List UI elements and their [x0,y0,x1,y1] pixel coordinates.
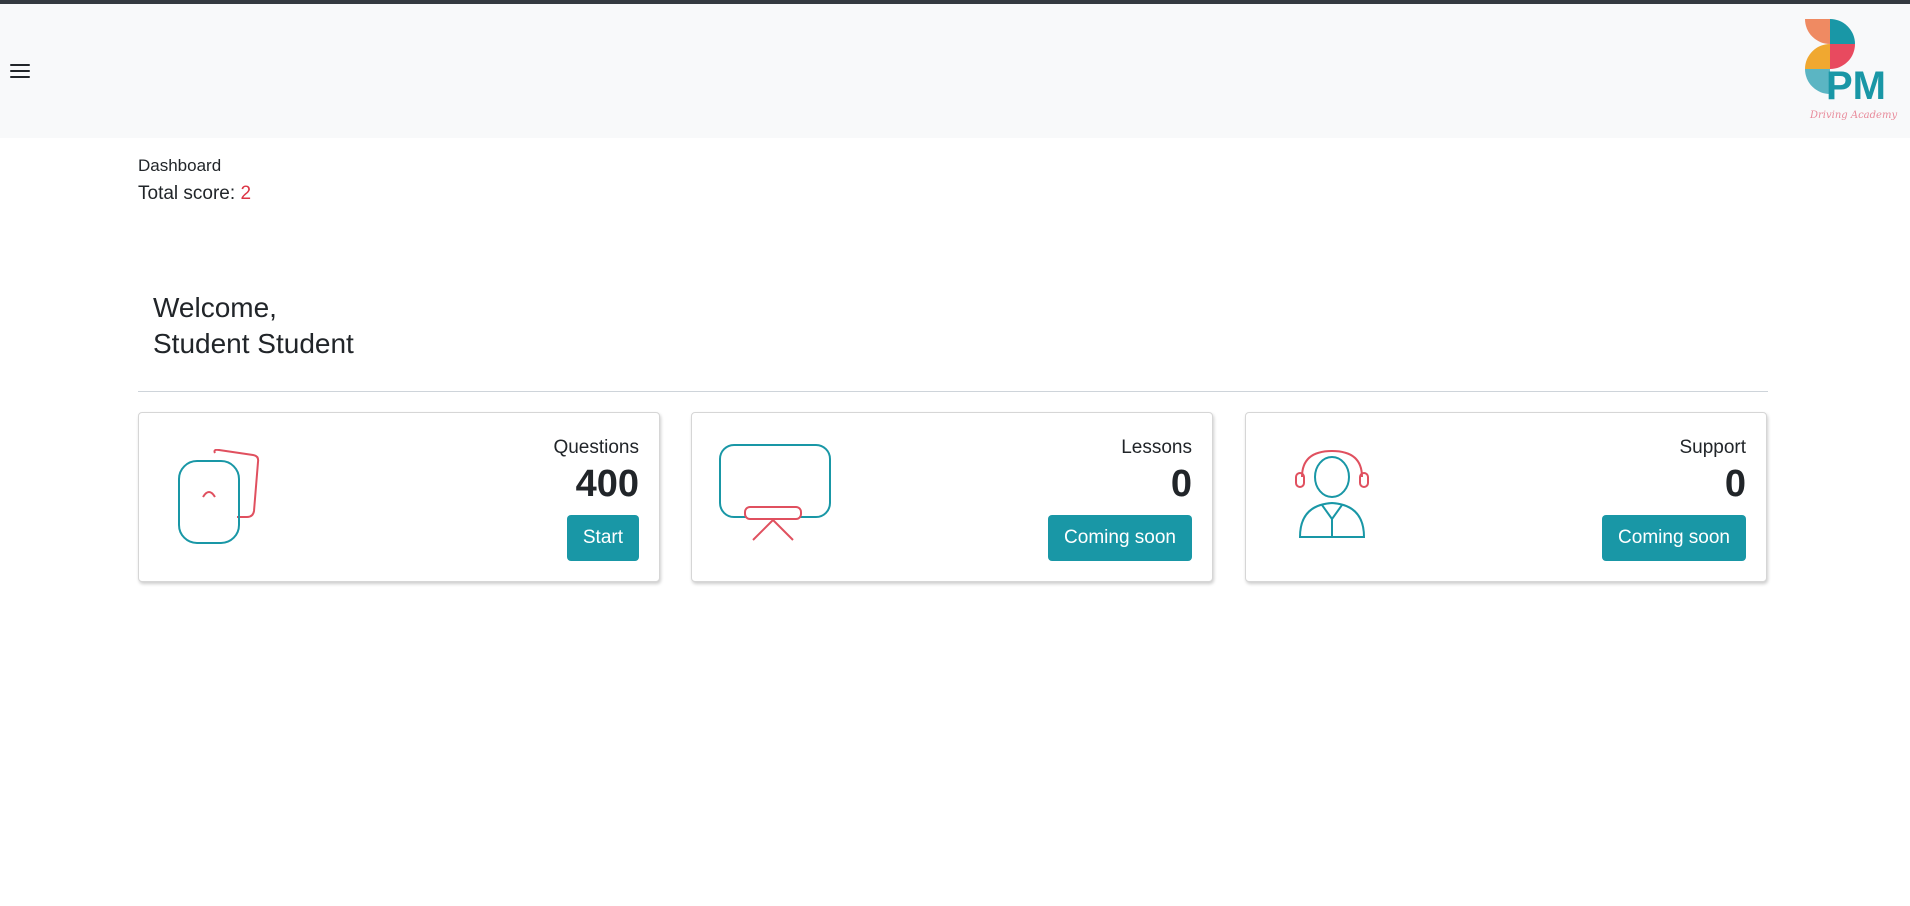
top-navbar: PM Driving Academy [0,4,1910,138]
lessons-coming-soon-button[interactable]: Coming soon [1048,515,1192,561]
pm-logo: PM Driving Academy [1805,19,1897,121]
total-score-label: Total score: [138,183,241,204]
hamburger-menu-icon[interactable] [10,64,32,82]
questions-card: Questions 400 Start [138,412,660,582]
start-button[interactable]: Start [566,515,639,561]
divider [138,391,1768,392]
card-count: 0 [1170,463,1192,505]
question-cards-icon [178,449,260,544]
svg-text:PM: PM [1826,64,1886,108]
student-name: Student Student [153,328,354,359]
support-card: Support 0 Coming soon [1245,412,1767,582]
svg-text:Driving Academy: Driving Academy [1809,110,1897,121]
breadcrumb: Dashboard [138,156,222,175]
headset-support-icon [1295,449,1369,538]
card-title: Support [1679,437,1746,458]
welcome-line: Welcome, [153,292,277,323]
whiteboard-icon [719,444,831,541]
total-score-value: 2 [240,183,252,204]
total-score: Total score: 2 [138,183,251,205]
card-count: 400 [575,463,639,505]
lessons-card: Lessons 0 Coming soon [691,412,1213,582]
card-count: 0 [1724,463,1746,505]
card-title: Lessons [1121,437,1192,458]
support-coming-soon-button[interactable]: Coming soon [1602,515,1746,561]
welcome-heading: Welcome, Student Student [153,290,354,362]
card-title: Questions [553,437,639,458]
